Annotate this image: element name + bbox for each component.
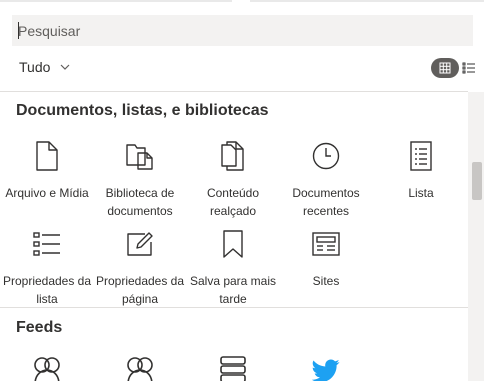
webpart-tile-feed-2[interactable] xyxy=(93,356,187,381)
text-caret xyxy=(18,22,19,39)
section-title-feeds: Feeds xyxy=(16,319,63,336)
webpart-tile-recent-documents[interactable]: Documentos recentes xyxy=(279,141,373,220)
grid-view-button[interactable] xyxy=(431,58,459,78)
clock-icon xyxy=(311,141,341,171)
list-view-icon[interactable] xyxy=(462,61,476,75)
tile-label: Sites xyxy=(312,274,340,288)
tile-label: Propriedades da página xyxy=(95,274,185,306)
webpart-tile-file-media[interactable]: Arquivo e Mídia xyxy=(0,141,94,202)
tile-label: Documentos recentes xyxy=(292,186,360,218)
chevron-down-icon xyxy=(60,64,70,70)
webpart-tile-feed-1[interactable] xyxy=(0,356,94,381)
webpart-tile-feed-3[interactable] xyxy=(186,356,280,381)
section-title-documents: Documentos, listas, e bibliotecas xyxy=(16,102,269,119)
tile-label: Biblioteca de documentos xyxy=(105,186,175,218)
scrollbar-thumb[interactable] xyxy=(472,162,482,200)
webpart-tile-feed-twitter[interactable] xyxy=(279,356,373,381)
tile-label: Salva para mais tarde xyxy=(189,274,277,306)
group-icon xyxy=(32,356,62,381)
group-icon xyxy=(125,356,155,381)
document-icon xyxy=(32,141,62,171)
divider xyxy=(0,91,468,92)
webpart-tile-highlighted-content[interactable]: Conteúdo realçado xyxy=(186,141,280,220)
highlighted-content-icon xyxy=(218,141,248,171)
top-strip xyxy=(0,0,484,4)
grid-icon xyxy=(439,62,451,74)
document-library-icon xyxy=(125,141,155,171)
tile-label: Propriedades da lista xyxy=(2,274,92,306)
tile-label: Conteúdo realçado xyxy=(206,186,260,218)
twitter-icon xyxy=(311,356,341,381)
list-icon xyxy=(406,141,436,171)
bookmark-icon xyxy=(218,229,248,259)
search-input[interactable] xyxy=(12,15,473,46)
scrollbar-track[interactable] xyxy=(468,92,484,381)
filter-label: Tudo xyxy=(19,59,51,75)
webpart-tile-save-for-later[interactable]: Salva para mais tarde xyxy=(186,229,280,308)
webpart-tile-document-library[interactable]: Biblioteca de documentos xyxy=(93,141,187,220)
sites-icon xyxy=(311,229,341,259)
tile-label: Arquivo e Mídia xyxy=(5,186,89,200)
edit-page-icon xyxy=(125,229,155,259)
webpart-tile-list-properties[interactable]: Propriedades da lista xyxy=(0,229,94,308)
list-properties-icon xyxy=(32,229,62,259)
tile-label: Lista xyxy=(408,186,434,200)
view-toggle xyxy=(431,58,476,78)
webpart-tile-list[interactable]: Lista xyxy=(374,141,468,202)
stack-icon xyxy=(218,356,248,381)
webpart-tile-sites[interactable]: Sites xyxy=(279,229,373,290)
section-divider xyxy=(0,307,468,308)
webpart-tile-page-properties[interactable]: Propriedades da página xyxy=(93,229,187,308)
filter-dropdown[interactable]: Tudo xyxy=(19,57,70,77)
